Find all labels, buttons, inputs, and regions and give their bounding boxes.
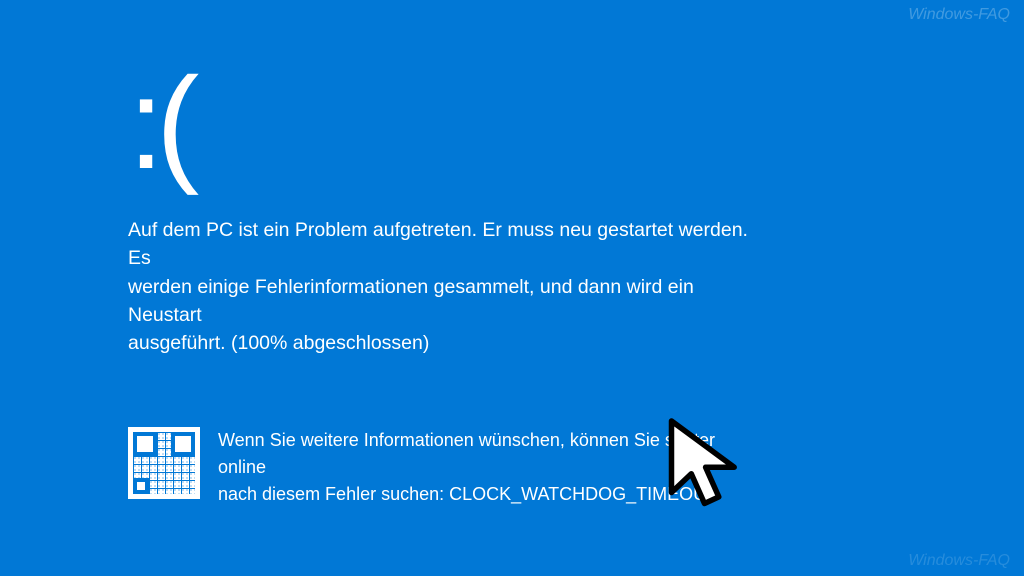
- sad-face-emoticon: :(: [128, 58, 934, 188]
- info-section: Wenn Sie weitere Informationen wünschen,…: [128, 427, 934, 508]
- info-line-1: Wenn Sie weitere Informationen wünschen,…: [218, 430, 715, 477]
- message-line-1: Auf dem PC ist ein Problem aufgetreten. …: [128, 219, 748, 269]
- watermark-top: Windows-FAQ: [908, 6, 1010, 24]
- message-line-2: werden einige Fehlerinformationen gesamm…: [128, 276, 694, 326]
- info-line-2: nach diesem Fehler suchen: CLOCK_WATCHDO…: [218, 484, 717, 504]
- message-line-3: ausgeführt. (100% abgeschlossen): [128, 332, 429, 354]
- error-message: Auf dem PC ist ein Problem aufgetreten. …: [128, 216, 748, 357]
- qr-code-icon: [128, 427, 200, 499]
- watermark-bottom: Windows-FAQ: [908, 552, 1010, 570]
- bsod-screen: :( Auf dem PC ist ein Problem aufgetrete…: [0, 0, 1024, 508]
- cursor-icon: [655, 410, 765, 520]
